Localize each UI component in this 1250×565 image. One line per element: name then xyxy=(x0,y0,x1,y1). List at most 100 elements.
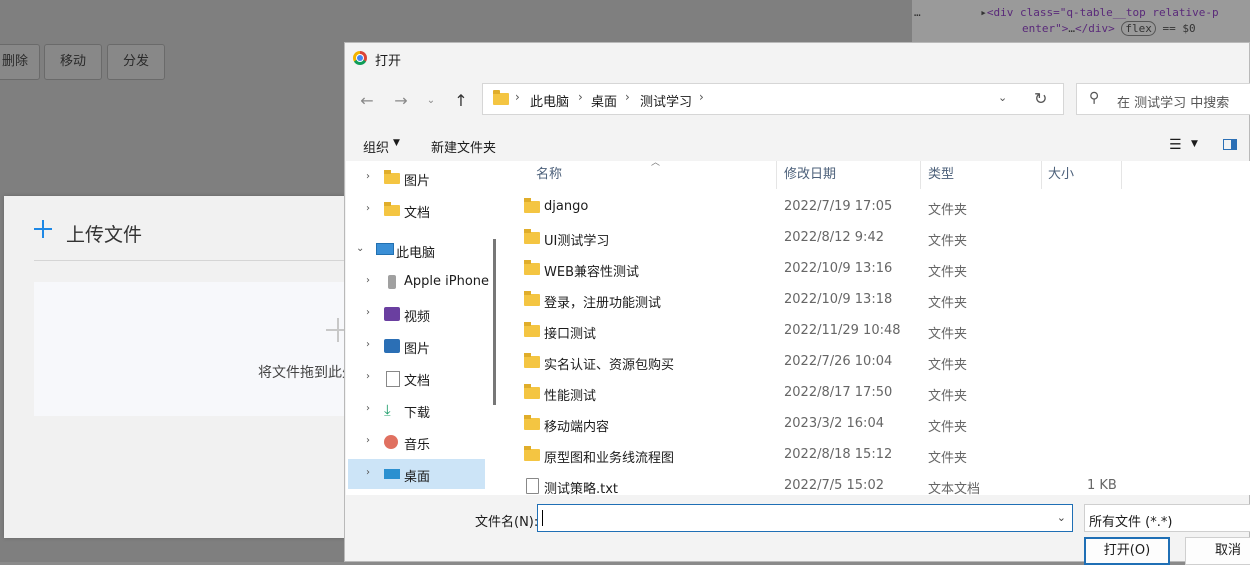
chevron-right-icon[interactable]: › xyxy=(699,90,704,104)
new-folder-button[interactable]: 新建文件夹 xyxy=(431,137,496,156)
file-name: 实名认证、资源包购买 xyxy=(544,358,675,373)
file-row[interactable]: 登录，注册功能测试 2022/10/9 13:18 文件夹 xyxy=(501,285,1250,316)
chevron-right-icon[interactable]: › xyxy=(366,171,370,182)
file-row[interactable]: 性能测试 2022/8/17 17:50 文件夹 xyxy=(501,378,1250,409)
organize-button[interactable]: 组织 xyxy=(363,137,389,156)
view-list-icon[interactable]: ☰ xyxy=(1169,137,1182,153)
chevron-right-icon[interactable]: › xyxy=(366,339,370,350)
tree-item[interactable]: › 视频 xyxy=(348,299,485,329)
drop-zone[interactable]: 将文件拖到此处 xyxy=(34,282,364,416)
open-file-dialog: 打开 ← → ⌄ ↑ › 此电脑 › 桌面 › 测试学习 › ⌄ ↻ ⚲ 在 测… xyxy=(344,42,1250,565)
tree-item[interactable]: › 音乐 xyxy=(348,427,485,457)
chevron-right-icon[interactable]: › xyxy=(625,90,630,104)
dialog-title: 打开 xyxy=(375,54,402,69)
tree-item[interactable]: › 图片 xyxy=(348,331,485,361)
cancel-button[interactable]: 取消 xyxy=(1185,537,1250,565)
file-row[interactable]: WEB兼容性测试 2022/10/9 13:16 文件夹 xyxy=(501,254,1250,285)
recent-chevron-icon[interactable]: ⌄ xyxy=(421,91,441,111)
tree-item-label: 文档 xyxy=(404,206,431,221)
refresh-icon[interactable]: ↻ xyxy=(1034,89,1047,108)
address-bar[interactable]: › 此电脑 › 桌面 › 测试学习 › ⌄ ↻ xyxy=(482,83,1064,115)
caret-down-icon[interactable]: ▼ xyxy=(1191,139,1198,149)
up-arrow-icon[interactable]: ↑ xyxy=(451,91,471,111)
tree-item[interactable]: › 文档 xyxy=(348,363,485,393)
tree-item-label: 文档 xyxy=(404,374,431,389)
preview-pane-icon[interactable] xyxy=(1223,139,1237,150)
tree-item[interactable]: › Apple iPhone xyxy=(348,267,489,297)
music-icon xyxy=(384,435,398,449)
breadcrumb-current[interactable]: 测试学习 xyxy=(640,91,692,110)
column-divider[interactable] xyxy=(1121,161,1122,189)
tree-item-label: 图片 xyxy=(404,342,431,357)
desktop-icon xyxy=(384,469,400,479)
search-placeholder: 在 测试学习 中搜索 xyxy=(1117,96,1230,111)
title-bar: 打开 xyxy=(345,43,1249,73)
distribute-button[interactable]: 分发 xyxy=(107,44,165,80)
file-row[interactable]: UI测试学习 2022/8/12 9:42 文件夹 xyxy=(501,223,1250,254)
tree-item-label: Apple iPhone xyxy=(404,274,490,289)
tree-item-label: 下载 xyxy=(404,406,431,421)
file-type: 文件夹 xyxy=(928,203,968,218)
chevron-right-icon[interactable]: › xyxy=(366,467,370,478)
breadcrumb-this-pc[interactable]: 此电脑 xyxy=(530,91,569,110)
back-arrow-icon[interactable]: ← xyxy=(357,91,377,111)
file-row[interactable]: 接口测试 2022/11/29 10:48 文件夹 xyxy=(501,316,1250,347)
column-divider[interactable] xyxy=(1041,161,1042,189)
file-row[interactable]: 实名认证、资源包购买 2022/7/26 10:04 文件夹 xyxy=(501,347,1250,378)
file-type: 文件夹 xyxy=(928,265,968,280)
divider xyxy=(34,260,364,261)
file-type: 文件夹 xyxy=(928,389,968,404)
column-divider[interactable] xyxy=(776,161,777,189)
folder-icon xyxy=(524,260,540,275)
file-row[interactable]: 移动端内容 2023/3/2 16:04 文件夹 xyxy=(501,409,1250,440)
chevron-down-icon[interactable]: ⌄ xyxy=(998,91,1007,104)
devtools-eq: == $0 xyxy=(1162,22,1196,35)
delete-button[interactable]: 删除 xyxy=(0,44,40,80)
chevron-right-icon[interactable]: › xyxy=(366,203,370,214)
file-row[interactable]: django 2022/7/19 17:05 文件夹 xyxy=(501,192,1250,223)
move-button[interactable]: 移动 xyxy=(44,44,102,80)
file-type: 文本文档 xyxy=(928,482,981,495)
tree-item[interactable]: › 文档 xyxy=(348,195,485,225)
chevron-down-icon[interactable]: ⌄ xyxy=(1057,511,1066,524)
devtools-flex-pill[interactable]: flex xyxy=(1121,21,1156,36)
devtools-ellipsis[interactable]: … xyxy=(1068,22,1075,35)
column-header-type[interactable]: 类型 xyxy=(928,161,954,189)
file-date: 2022/7/26 10:04 xyxy=(784,354,893,369)
tree-item-label: 视频 xyxy=(404,310,431,325)
search-icon: ⚲ xyxy=(1089,90,1100,106)
chevron-right-icon[interactable]: › xyxy=(366,371,370,382)
folder-icon xyxy=(524,198,540,213)
chevron-down-icon[interactable]: ⌄ xyxy=(356,243,364,254)
file-date: 2022/7/19 17:05 xyxy=(784,199,893,214)
search-box[interactable]: ⚲ 在 测试学习 中搜索 xyxy=(1076,83,1250,115)
file-type-filter[interactable]: 所有文件 (*.*) xyxy=(1084,504,1250,532)
tree-item-label: 音乐 xyxy=(404,438,431,453)
chevron-right-icon[interactable]: › xyxy=(366,307,370,318)
tree-item[interactable]: › 图片 xyxy=(348,163,485,193)
chevron-right-icon[interactable]: › xyxy=(578,90,583,104)
chevron-right-icon[interactable]: › xyxy=(366,403,370,414)
drop-zone-text: 将文件拖到此处 xyxy=(258,365,356,381)
forward-arrow-icon[interactable]: → xyxy=(391,91,411,111)
chevron-right-icon[interactable]: › xyxy=(366,275,370,286)
file-row[interactable]: 测试策略.txt 2022/7/5 15:02 文本文档 1 KB xyxy=(501,471,1250,495)
tree-item[interactable]: › 桌面 xyxy=(348,459,485,489)
column-header-date[interactable]: 修改日期 xyxy=(784,161,836,189)
open-button[interactable]: 打开(O) xyxy=(1084,537,1170,565)
file-name: 性能测试 xyxy=(544,389,597,404)
column-header-size[interactable]: 大小 xyxy=(1048,161,1074,189)
filename-input[interactable]: ⌄ xyxy=(537,504,1073,532)
file-name: UI测试学习 xyxy=(544,234,610,249)
tree-item[interactable]: ⌄ 此电脑 xyxy=(348,235,485,265)
chevron-right-icon[interactable]: › xyxy=(366,435,370,446)
file-row[interactable]: 原型图和业务线流程图 2022/8/18 15:12 文件夹 xyxy=(501,440,1250,471)
column-header-name[interactable]: 名称 xyxy=(536,161,562,189)
tree-item[interactable]: › ⤓ 下载 xyxy=(348,395,485,425)
text-file-icon xyxy=(526,478,539,494)
tree-scrollbar[interactable] xyxy=(493,239,496,405)
file-name: 测试策略.txt xyxy=(544,482,619,495)
column-divider[interactable] xyxy=(920,161,921,189)
breadcrumb-desktop[interactable]: 桌面 xyxy=(591,91,617,110)
chevron-right-icon[interactable]: › xyxy=(515,90,520,104)
